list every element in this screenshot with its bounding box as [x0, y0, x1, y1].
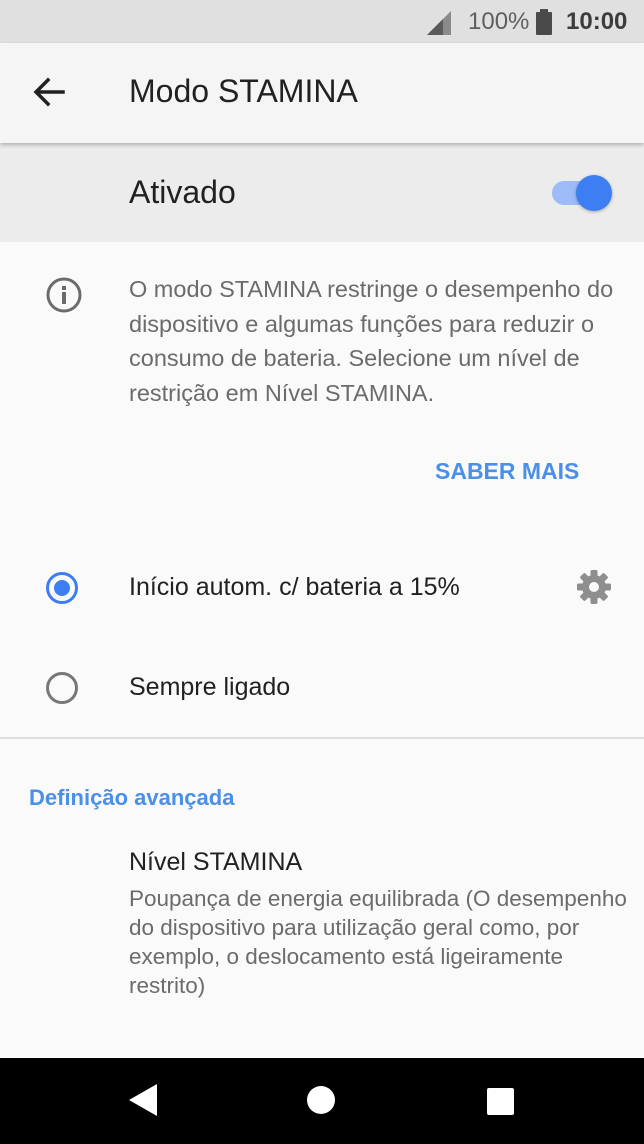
app-bar: Modo STAMINA — [0, 43, 644, 143]
signal-icon — [427, 11, 451, 35]
radio-outer — [46, 672, 78, 704]
navigation-bar — [0, 1058, 644, 1144]
page-title: Modo STAMINA — [129, 73, 358, 109]
home-circle-icon[interactable] — [306, 1085, 336, 1115]
radio-always-on[interactable] — [46, 672, 78, 704]
recents-square-icon[interactable] — [487, 1088, 514, 1115]
learn-more-link[interactable]: SABER MAIS — [435, 458, 579, 485]
clock: 10:00 — [566, 8, 628, 35]
stamina-level-summary[interactable]: Poupança de energia equilibrada (O desem… — [129, 884, 629, 1000]
option-always-on-label[interactable]: Sempre ligado — [129, 673, 290, 702]
back-triangle-icon[interactable] — [127, 1082, 159, 1118]
status-bar: 100% 10:00 — [0, 0, 644, 43]
master-switch-label: Ativado — [129, 174, 236, 210]
radio-dot — [54, 580, 70, 596]
advanced-section-header: Definição avançada — [29, 785, 235, 810]
radio-auto-start[interactable] — [46, 572, 78, 604]
info-description: O modo STAMINA restringe o desempenho do… — [129, 276, 614, 406]
battery-icon — [536, 9, 552, 35]
divider — [0, 737, 644, 739]
master-switch-row[interactable]: Ativado — [0, 143, 644, 242]
arrow-left-icon[interactable] — [32, 77, 66, 107]
stamina-level-title[interactable]: Nível STAMINA — [129, 848, 302, 877]
info-icon — [46, 277, 82, 313]
battery-percentage: 100% — [468, 8, 530, 35]
option-auto-start-label[interactable]: Início autom. c/ bateria a 15% — [129, 573, 460, 602]
gear-icon[interactable] — [576, 569, 612, 605]
toggle-thumb — [576, 175, 612, 211]
master-toggle-switch[interactable] — [550, 175, 612, 211]
